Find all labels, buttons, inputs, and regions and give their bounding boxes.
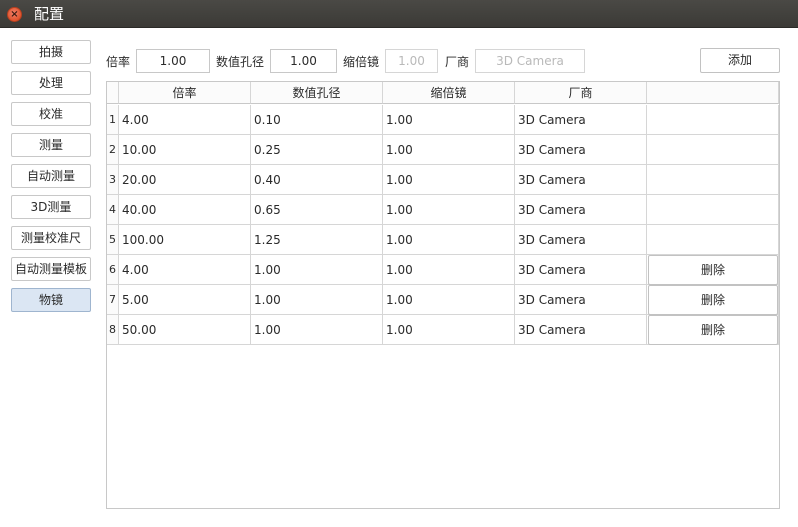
header-aperture[interactable]: 数值孔径 <box>251 82 383 104</box>
sidebar-item-3d-measure[interactable]: 3D测量 <box>11 195 91 219</box>
cell-magnification[interactable]: 20.00 <box>119 165 251 195</box>
header-magnification[interactable]: 倍率 <box>119 82 251 104</box>
objectives-table: 倍率 数值孔径 缩倍镜 厂商 1 4.00 0.10 1.00 3D Camera 2 10… <box>106 81 780 509</box>
content-area: 拍摄 处理 校准 测量 自动测量 3D测量 测量校准尺 自动测量模板 物镜 倍率… <box>0 28 798 527</box>
cell-aperture[interactable]: 0.40 <box>251 165 383 195</box>
delete-button[interactable]: 删除 <box>648 285 778 315</box>
cell-vendor[interactable]: 3D Camera <box>515 285 647 315</box>
cell-reducer[interactable]: 1.00 <box>383 225 515 255</box>
cell-aperture[interactable]: 1.25 <box>251 225 383 255</box>
cell-magnification[interactable]: 10.00 <box>119 135 251 165</box>
vendor-input[interactable]: 3D Camera <box>475 49 585 73</box>
row-number: 4 <box>107 195 119 225</box>
cell-aperture[interactable]: 0.65 <box>251 195 383 225</box>
cell-action <box>647 225 779 255</box>
sidebar-item-capture[interactable]: 拍摄 <box>11 40 91 64</box>
window-title: 配置 <box>34 5 65 23</box>
reducer-input[interactable]: 1.00 <box>385 49 438 73</box>
delete-button[interactable]: 删除 <box>648 315 778 345</box>
cell-magnification[interactable]: 100.00 <box>119 225 251 255</box>
cell-aperture[interactable]: 1.00 <box>251 315 383 345</box>
cell-magnification[interactable]: 4.00 <box>119 105 251 135</box>
sidebar-item-process[interactable]: 处理 <box>11 71 91 95</box>
cell-reducer[interactable]: 1.00 <box>383 285 515 315</box>
cell-action <box>647 135 779 165</box>
sidebar-item-auto-template[interactable]: 自动测量模板 <box>11 257 91 281</box>
magnification-input[interactable]: 1.00 <box>136 49 210 73</box>
row-number: 2 <box>107 135 119 165</box>
sidebar-item-auto-measure[interactable]: 自动测量 <box>11 164 91 188</box>
cell-reducer[interactable]: 1.00 <box>383 105 515 135</box>
sidebar-item-calibrate[interactable]: 校准 <box>11 102 91 126</box>
aperture-input[interactable]: 1.00 <box>270 49 337 73</box>
cell-magnification[interactable]: 4.00 <box>119 255 251 285</box>
cell-vendor[interactable]: 3D Camera <box>515 195 647 225</box>
cell-vendor[interactable]: 3D Camera <box>515 165 647 195</box>
cell-action <box>647 165 779 195</box>
cell-aperture[interactable]: 1.00 <box>251 285 383 315</box>
cell-vendor[interactable]: 3D Camera <box>515 225 647 255</box>
cell-magnification[interactable]: 50.00 <box>119 315 251 345</box>
title-bar: × 配置 <box>0 0 798 28</box>
sidebar-item-objective[interactable]: 物镜 <box>11 288 91 312</box>
cell-reducer[interactable]: 1.00 <box>383 255 515 285</box>
row-number: 5 <box>107 225 119 255</box>
cell-vendor[interactable]: 3D Camera <box>515 315 647 345</box>
row-number: 8 <box>107 315 119 345</box>
cell-action <box>647 195 779 225</box>
header-reducer[interactable]: 缩倍镜 <box>383 82 515 104</box>
vendor-label: 厂商 <box>445 55 470 69</box>
reducer-label: 缩倍镜 <box>343 55 380 69</box>
sidebar-item-measure[interactable]: 测量 <box>11 133 91 157</box>
cell-reducer[interactable]: 1.00 <box>383 165 515 195</box>
cell-action <box>647 105 779 135</box>
sidebar-item-measure-ruler[interactable]: 测量校准尺 <box>11 226 91 250</box>
magnification-label: 倍率 <box>106 55 131 69</box>
add-button[interactable]: 添加 <box>700 48 780 73</box>
cell-magnification[interactable]: 40.00 <box>119 195 251 225</box>
row-number: 1 <box>107 105 119 135</box>
row-number: 7 <box>107 285 119 315</box>
cell-aperture[interactable]: 0.25 <box>251 135 383 165</box>
delete-button[interactable]: 删除 <box>648 255 778 285</box>
cell-aperture[interactable]: 0.10 <box>251 105 383 135</box>
cell-reducer[interactable]: 1.00 <box>383 315 515 345</box>
cell-vendor[interactable]: 3D Camera <box>515 255 647 285</box>
close-icon[interactable]: × <box>7 7 22 22</box>
cell-reducer[interactable]: 1.00 <box>383 195 515 225</box>
aperture-label: 数值孔径 <box>216 55 265 69</box>
cell-vendor[interactable]: 3D Camera <box>515 105 647 135</box>
cell-aperture[interactable]: 1.00 <box>251 255 383 285</box>
cell-magnification[interactable]: 5.00 <box>119 285 251 315</box>
cell-reducer[interactable]: 1.00 <box>383 135 515 165</box>
row-number: 6 <box>107 255 119 285</box>
header-action[interactable] <box>647 82 779 104</box>
cell-vendor[interactable]: 3D Camera <box>515 135 647 165</box>
header-vendor[interactable]: 厂商 <box>515 82 647 104</box>
table-corner <box>107 82 119 104</box>
row-number: 3 <box>107 165 119 195</box>
